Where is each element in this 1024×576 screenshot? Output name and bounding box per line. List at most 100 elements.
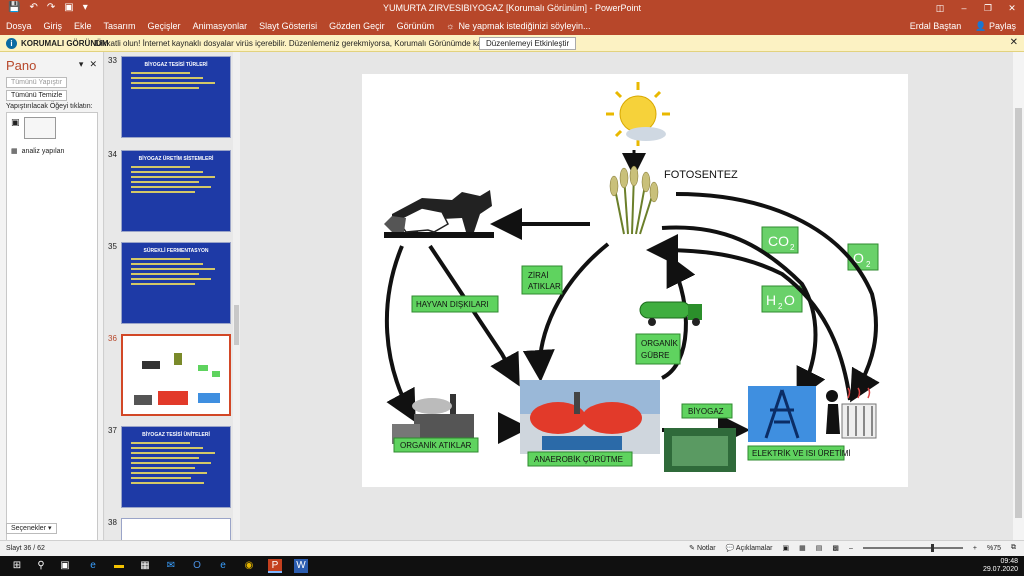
slide-thumbnail-preview[interactable] — [121, 518, 231, 540]
ie-icon[interactable]: e — [216, 559, 230, 573]
slide-thumbnail-preview[interactable]: BİYOGAZ ÜRETİM SİSTEMLERİ — [121, 150, 231, 232]
ribbon-tab[interactable]: Dosya — [6, 21, 32, 31]
file-explorer-icon[interactable]: ▬ — [112, 559, 126, 573]
fit-slide-icon[interactable]: ⧉ — [1011, 544, 1016, 552]
ribbon-tab[interactable]: Görünüm — [397, 21, 435, 31]
slide-thumbnail-preview[interactable]: SÜREKLİ FERMENTASYON — [121, 242, 231, 324]
ribbon-display-icon[interactable]: ◫ — [928, 0, 952, 17]
zirai-line2: ATIKLAR — [528, 282, 561, 291]
h2o-sub: 2 — [778, 302, 783, 311]
slide-thumbnail-text-line — [131, 191, 195, 193]
slide-thumbnail-text-line — [131, 447, 203, 449]
clear-all-button[interactable]: Tümünü Temizle — [6, 90, 68, 101]
elektrik-text: ELEKTRİK VE ISI ÜRETİMİ — [752, 449, 851, 458]
window-controls: ◫ – ❐ ✕ — [928, 0, 1024, 17]
window-title: YUMURTA ZIRVESIBIYOGAZ [Korumalı Görünüm… — [382, 3, 642, 13]
close-icon[interactable]: ✕ — [89, 59, 97, 70]
ribbon-tab[interactable]: Geçişler — [148, 21, 181, 31]
search-icon[interactable]: ⚲ — [34, 559, 48, 573]
powerpoint-taskbar-icon[interactable]: P — [268, 559, 282, 573]
anaerobik-text: ANAEROBİK ÇÜRÜTME — [534, 455, 623, 464]
notes-button[interactable]: ✎ Notlar — [689, 544, 716, 552]
ribbon-tab[interactable]: Ekle — [74, 21, 92, 31]
text-icon: ▦ — [11, 148, 18, 155]
paste-all-button[interactable]: Tümünü Yapıştır — [6, 77, 68, 88]
slide-thumbnail-text-line — [131, 472, 208, 474]
editor-scrollbar[interactable] — [1013, 52, 1024, 540]
zoom-in-icon[interactable]: + — [973, 545, 977, 552]
ribbon-tab[interactable]: Giriş — [44, 21, 63, 31]
zoom-out-icon[interactable]: – — [849, 545, 853, 552]
enable-editing-button[interactable]: Düzenlemeyi Etkinleştir — [479, 37, 577, 50]
clipboard-thumbnail — [23, 117, 56, 139]
slideshow-icon[interactable]: ▩ — [832, 544, 839, 552]
ribbon-tab[interactable]: Slayt Gösterisi — [259, 21, 317, 31]
user-name[interactable]: Erdal Baştan — [910, 21, 962, 32]
outlook-icon[interactable]: O — [190, 559, 204, 573]
thumbnails-scroll-grip[interactable] — [234, 305, 239, 345]
clipboard-item-image[interactable]: ▣ — [11, 117, 56, 139]
thumbnails-scrollbar[interactable] — [233, 52, 240, 540]
normal-view-icon[interactable]: ▣ — [782, 544, 789, 552]
close-icon[interactable]: ✕ — [1010, 37, 1018, 48]
slide-thumbnail-text-line — [131, 273, 199, 275]
zoom-level[interactable]: %75 — [987, 545, 1001, 552]
comments-button[interactable]: 💬 Açıklamalar — [726, 544, 773, 552]
organik-gubre-label: ORGANİK GÜBRE — [635, 333, 681, 365]
word-taskbar-icon[interactable]: W — [294, 559, 308, 573]
person-icon: 👤 — [975, 21, 987, 31]
tell-me-box[interactable]: ☼ Ne yapmak istediğinizi söyleyin... — [446, 21, 590, 31]
store-icon[interactable]: ▦ — [138, 559, 152, 573]
o2-box: O 2 — [847, 243, 879, 271]
ribbon-right: Erdal Baştan 👤 Paylaş — [910, 21, 1016, 32]
slide-thumbnail-preview[interactable]: BİYOGAZ TESİSİ ÜNİTELERİ — [121, 426, 231, 508]
h2o-o: O — [784, 292, 795, 308]
slide-thumbnail-title: SÜREKLİ FERMENTASYON — [143, 248, 209, 254]
generator-image — [664, 428, 736, 472]
slide-thumbnail-text-line — [131, 462, 212, 464]
pane-controls: ▾ ✕ — [79, 59, 97, 70]
power-tower-icon — [748, 386, 816, 442]
ribbon-tab[interactable]: Gözden Geçir — [329, 21, 385, 31]
anaerobik-label: ANAEROBİK ÇÜRÜTME — [527, 451, 633, 467]
options-button[interactable]: Seçenekler ▾ — [6, 523, 57, 534]
o2-sub: 2 — [866, 260, 871, 269]
ribbon-tab-list: Dosya Giriş Ekle Tasarım Geçişler Animasyonla… — [6, 21, 591, 31]
editor-scroll-grip[interactable] — [1015, 108, 1022, 518]
slide-thumbnail-title: BİYOGAZ TESİSİ ÜNİTELERİ — [142, 432, 210, 438]
slide-thumbnail-text-line — [131, 283, 195, 285]
ribbon-tab[interactable]: Tasarım — [104, 21, 136, 31]
livestock-icon — [384, 190, 494, 238]
chevron-down-icon[interactable]: ▾ — [79, 59, 84, 70]
slide-number: 34 — [108, 150, 117, 159]
close-icon[interactable]: ✕ — [1000, 0, 1024, 17]
mail-icon[interactable]: ✉ — [164, 559, 178, 573]
zoom-slider[interactable] — [862, 544, 963, 552]
share-button[interactable]: 👤 Paylaş — [975, 21, 1016, 32]
co2-text: CO — [768, 233, 789, 249]
zirai-atiklar-label: ZİRAİ ATIKLAR — [521, 265, 563, 295]
reading-view-icon[interactable]: ▤ — [816, 544, 823, 552]
current-slide[interactable]: FOTOSENTEZ CO 2 O 2 H 2 O ZİRAİ ATIKLAR … — [362, 74, 908, 487]
tanker-truck-icon — [639, 301, 702, 326]
organik-atiklar-text: ORGANİK ATIKLAR — [400, 441, 472, 450]
start-icon[interactable]: ⊞ — [10, 559, 24, 573]
minimize-icon[interactable]: – — [952, 0, 976, 17]
lightbulb-icon: ☼ — [446, 21, 455, 31]
task-view-icon[interactable]: ▣ — [58, 559, 72, 573]
slide-thumbnail-preview[interactable] — [121, 334, 231, 416]
organik-gubre-line1: ORGANİK — [641, 339, 679, 348]
chrome-icon[interactable]: ◉ — [242, 559, 256, 573]
slide-thumbnail-text-line — [131, 171, 203, 173]
slide-thumbnail-text-line — [131, 263, 203, 265]
h2o-box: H 2 O — [761, 285, 803, 313]
system-tray[interactable]: 09:48 29.07.2020 — [983, 558, 1018, 574]
ribbon-tab[interactable]: Animasyonlar — [193, 21, 248, 31]
slide-sorter-icon[interactable]: ▦ — [799, 544, 806, 552]
restore-icon[interactable]: ❐ — [976, 0, 1000, 17]
wheat-icon — [609, 165, 659, 235]
hayvan-diskilari-label: HAYVAN DIŞKILARI — [411, 295, 499, 313]
edge-icon[interactable]: e — [86, 559, 100, 573]
clipboard-item-text[interactable]: ▦ analiz yapılan — [11, 147, 64, 156]
slide-thumbnail-preview[interactable]: BİYOGAZ TESİSİ TÜRLERİ — [121, 56, 231, 138]
